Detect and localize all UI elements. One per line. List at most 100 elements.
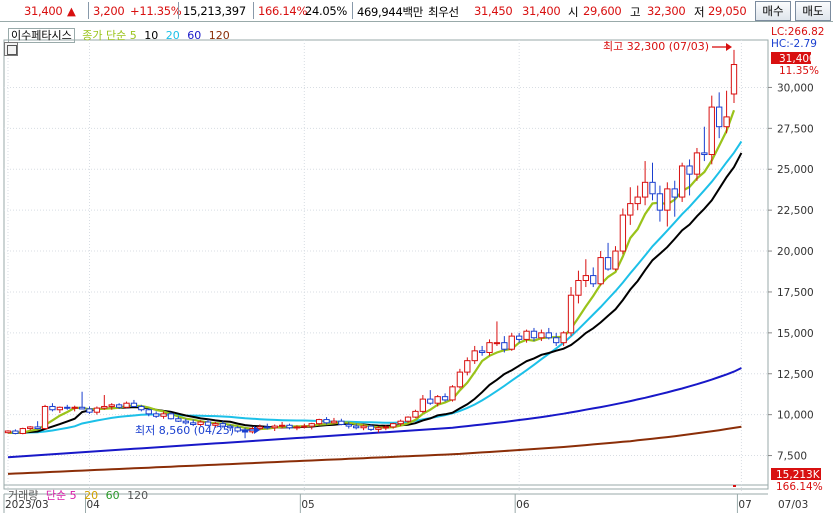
hc-label: HC:-2.79 (771, 38, 817, 50)
legend-ma5: 종가 단순 5 (82, 29, 137, 42)
volume-ma120: 120 (127, 489, 149, 502)
candle-body (41, 405, 49, 430)
candle-body (345, 423, 352, 427)
legend-ma60: 60 (187, 29, 202, 42)
candle-body (486, 342, 493, 353)
y-tick-label: 7,500 (777, 451, 807, 463)
best-quote-label: 최우선 (428, 5, 459, 19)
candle-body (108, 404, 115, 407)
candle-body (49, 405, 56, 411)
candle-body (323, 419, 330, 424)
lc-label: LC:266.82 (771, 26, 824, 38)
divider (253, 2, 254, 19)
candle-body (56, 406, 64, 411)
volume-ma60: 60 (105, 489, 120, 502)
vol-last-label: 15,213K (776, 469, 821, 481)
sell-button[interactable]: 매도 (795, 1, 831, 21)
candle-body (708, 106, 715, 156)
volume-ma5: 단순 5 (45, 489, 77, 502)
candle-body (723, 116, 730, 128)
plot-border (3, 39, 769, 490)
volume-ratio: 166.14% (258, 4, 308, 18)
candle-body (160, 413, 167, 417)
y-tick-label: 20,000 (777, 246, 814, 258)
chart-settings-icon[interactable] (4, 42, 18, 56)
current-price: 31,400 (24, 4, 63, 18)
candle-body (538, 332, 545, 339)
candle-body (375, 427, 382, 430)
candle-body (271, 425, 278, 429)
candle-body (449, 386, 456, 401)
candle (4, 430, 12, 434)
candle-body (315, 419, 323, 425)
candle-body (464, 360, 471, 373)
candle-body (456, 371, 464, 388)
candle-body (412, 410, 419, 418)
candle-body (501, 342, 508, 350)
candle-body (308, 423, 315, 427)
y-tick-label: 17,500 (777, 287, 814, 299)
candle-body (478, 350, 486, 353)
last-pct-label: 11.35% (779, 65, 819, 77)
quote-bar: 31,400 ▲ 3,200 +11.35% 15,213,397 166.14… (0, 0, 833, 22)
candle-body (397, 420, 404, 425)
trade-amount: 469,944백만 (357, 5, 424, 19)
candle-body (678, 165, 686, 198)
candle-body (627, 203, 634, 216)
high-annotation: 최고 32,300 (07/03) (603, 40, 709, 53)
candle-body (138, 405, 145, 411)
candle-body (441, 396, 449, 401)
stock-name[interactable]: 이수페타시스 (8, 28, 75, 43)
candle (449, 385, 456, 402)
x-tick-label: 06 (516, 499, 530, 511)
candle-body (619, 214, 627, 252)
candle-body (293, 426, 301, 429)
candle-body (241, 430, 249, 433)
divider (88, 2, 89, 19)
candle-body (404, 416, 412, 422)
best-ask: 31,450 (474, 4, 513, 18)
candle-body (286, 424, 293, 429)
candle-body (330, 420, 338, 424)
volume: 15,213,397 (183, 4, 246, 18)
high-price: 32,300 (647, 4, 686, 18)
candle-body (115, 404, 123, 408)
up-arrow-icon: ▲ (67, 4, 76, 18)
candle-body (175, 418, 182, 422)
candle-body (101, 405, 108, 409)
candle-body (597, 257, 604, 285)
candle-body (234, 427, 241, 432)
candle-body (664, 188, 671, 211)
candle-body (130, 402, 138, 407)
open-price: 29,600 (583, 4, 622, 18)
candle (619, 208, 627, 255)
legend-ma10: 10 (144, 29, 159, 42)
candle-body (604, 257, 612, 270)
y-tick-label: 12,500 (777, 369, 814, 381)
y-tick-label: 25,000 (777, 164, 814, 176)
candle-body (523, 330, 530, 340)
candle-body (419, 398, 427, 412)
x-tick-label: 05 (301, 499, 314, 511)
candle-body (382, 426, 389, 429)
candle-body (693, 152, 701, 175)
volume-bar (733, 485, 736, 487)
candle-body (152, 413, 160, 417)
candle-body (64, 406, 71, 409)
divider (352, 2, 353, 19)
candle-body (641, 181, 649, 198)
y-tick-label: 30,000 (777, 82, 814, 94)
candle-body (123, 402, 130, 408)
candle-body (434, 396, 441, 404)
candle-body (34, 426, 41, 430)
high-label: 고 (630, 5, 641, 19)
candle-body (530, 330, 538, 339)
candle-body (71, 406, 78, 409)
low-annotation: 최저 8,560 (04/25) (135, 424, 234, 437)
price-chart[interactable]: 30,000 27,500 25,000 22,500 20,000 17,500 15,0… (0, 23, 833, 513)
candle-body (553, 337, 560, 344)
y-tick-label: 15,000 (777, 328, 814, 340)
buy-button[interactable]: 매수 (755, 1, 791, 21)
candle-body (427, 398, 434, 404)
candle-body (360, 425, 367, 429)
